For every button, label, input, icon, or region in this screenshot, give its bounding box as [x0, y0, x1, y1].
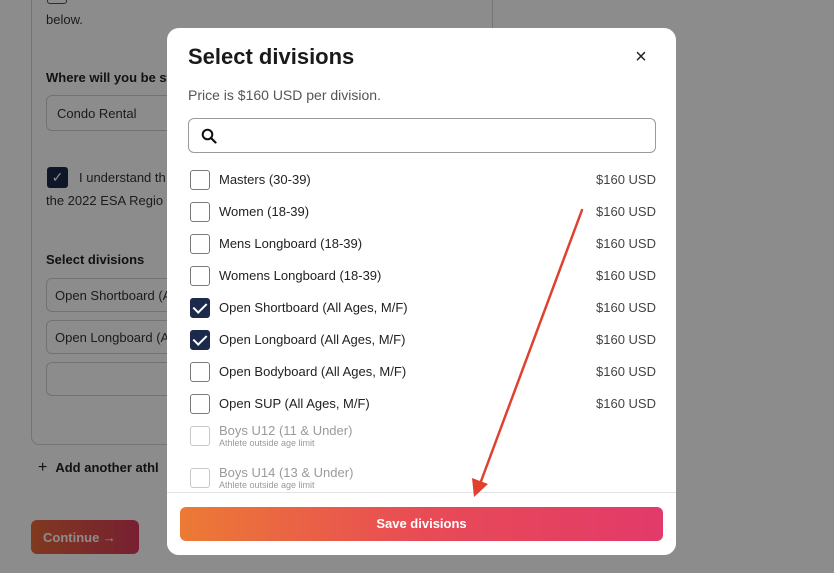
division-checkbox[interactable]: [190, 394, 210, 414]
division-row[interactable]: Womens Longboard (18-39) $160 USD: [167, 261, 676, 293]
search-icon: [201, 128, 217, 144]
division-price: $160 USD: [596, 332, 656, 347]
division-checkbox[interactable]: [190, 170, 210, 190]
close-icon[interactable]: ×: [629, 45, 653, 69]
save-divisions-button[interactable]: Save divisions: [180, 507, 663, 541]
division-checkbox[interactable]: [190, 234, 210, 254]
division-label: Mens Longboard (18-39): [219, 236, 363, 251]
division-label: Womens Longboard (18-39): [219, 268, 382, 283]
division-row[interactable]: Masters (30-39) $160 USD: [167, 165, 676, 197]
division-checkbox-disabled: [190, 468, 210, 488]
age-limit-note: Athlete outside age limit: [219, 438, 315, 448]
divisions-list[interactable]: Masters (30-39) $160 USD Women (18-39) $…: [167, 165, 676, 491]
modal-footer: Save divisions: [167, 492, 676, 555]
search-input[interactable]: [225, 125, 645, 147]
division-label: Masters (30-39): [219, 172, 311, 187]
search-box[interactable]: [188, 118, 656, 153]
age-limit-note: Athlete outside age limit: [219, 480, 315, 490]
division-price: $160 USD: [596, 204, 656, 219]
division-row-disabled: Boys U14 (13 & Under) Athlete outside ag…: [167, 463, 676, 491]
modal-title: Select divisions: [188, 44, 355, 69]
division-row[interactable]: Open SUP (All Ages, M/F) $160 USD: [167, 389, 676, 421]
division-label: Boys U12 (11 & Under): [219, 423, 353, 438]
division-label: Open Longboard (All Ages, M/F): [219, 332, 406, 347]
division-label: Women (18-39): [219, 204, 310, 219]
division-row-disabled: Boys U12 (11 & Under) Athlete outside ag…: [167, 421, 676, 453]
division-label: Open SUP (All Ages, M/F): [219, 396, 370, 411]
division-row[interactable]: Mens Longboard (18-39) $160 USD: [167, 229, 676, 261]
division-checkbox[interactable]: [190, 266, 210, 286]
division-row[interactable]: Women (18-39) $160 USD: [167, 197, 676, 229]
division-row[interactable]: Open Longboard (All Ages, M/F) $160 USD: [167, 325, 676, 357]
division-label: Open Bodyboard (All Ages, M/F): [219, 364, 407, 379]
division-price: $160 USD: [596, 236, 656, 251]
division-checkbox-checked[interactable]: [190, 330, 210, 350]
division-row[interactable]: Open Bodyboard (All Ages, M/F) $160 USD: [167, 357, 676, 389]
division-price: $160 USD: [596, 172, 656, 187]
division-checkbox-checked[interactable]: [190, 298, 210, 318]
division-label: Open Shortboard (All Ages, M/F): [219, 300, 408, 315]
select-divisions-modal: Select divisions × Price is $160 USD per…: [167, 28, 676, 555]
division-price: $160 USD: [596, 364, 656, 379]
division-checkbox[interactable]: [190, 202, 210, 222]
division-price: $160 USD: [596, 268, 656, 283]
division-price: $160 USD: [596, 396, 656, 411]
division-checkbox-disabled: [190, 426, 210, 446]
division-checkbox[interactable]: [190, 362, 210, 382]
division-price: $160 USD: [596, 300, 656, 315]
division-row[interactable]: Open Shortboard (All Ages, M/F) $160 USD: [167, 293, 676, 325]
division-label: Boys U14 (13 & Under): [219, 465, 354, 480]
price-note: Price is $160 USD per division.: [188, 87, 381, 103]
